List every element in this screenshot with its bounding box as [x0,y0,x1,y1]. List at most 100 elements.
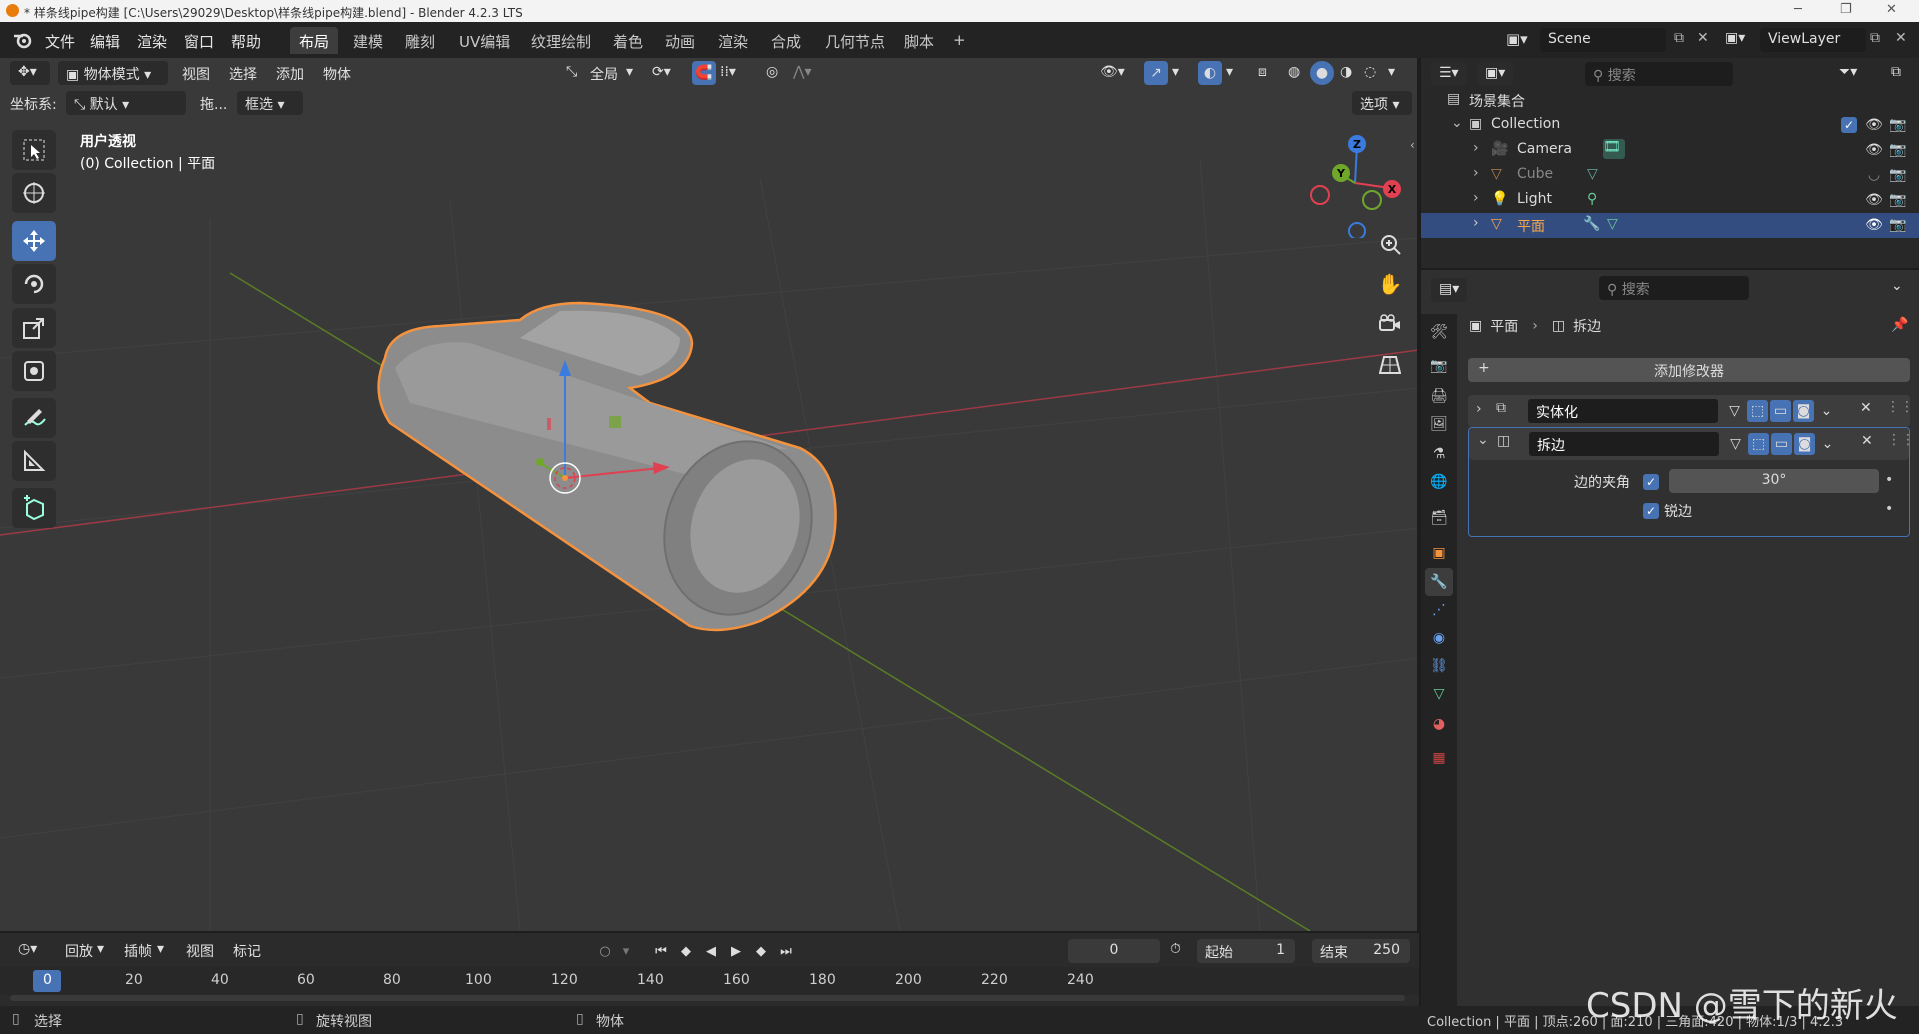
sharp-edges-checkbox[interactable]: ✓ [1643,503,1659,519]
tab-shading[interactable]: 着色 [604,27,652,54]
start-frame-field[interactable]: 起始 1 [1197,939,1295,963]
annotate-tool[interactable] [12,398,56,438]
tab-uv-editing[interactable]: UV编辑 [450,27,519,54]
prev-keyframe-icon[interactable]: ◆ [676,941,696,961]
outliner-item-camera[interactable]: › 🎥 Camera 🎞 👁 📷 [1421,138,1919,163]
filter-icon[interactable]: ⏷▾ [1839,64,1857,80]
drag-handle-icon[interactable]: ⋮⋮ [1886,399,1914,415]
snap-target-icon[interactable]: ⁞⁞▾ [720,64,736,80]
chevron-down-icon[interactable]: ⌄ [1816,400,1837,422]
object-tab-icon[interactable]: ▣ [1425,539,1453,567]
editor-type-icon[interactable]: ✥▾ [10,61,50,85]
shading-options-icon[interactable]: ▾ [1388,64,1395,80]
render-camera-icon[interactable]: 📷 [1889,191,1907,209]
tab-modeling[interactable]: 建模 [344,27,392,54]
transform-orientation-dropdown[interactable]: 全局 [590,64,618,84]
zoom-icon[interactable] [1374,228,1406,260]
select-box-tool[interactable] [12,130,56,170]
proportional-edit-icon[interactable]: ◎ [766,64,778,80]
modifier-header-edge-split[interactable]: ⌄ ◫ 拆边 ▽ ⬚ ▭ ◙ ⌄ ✕ ⋮⋮ [1469,428,1915,460]
menu-keying[interactable]: 插帧 [124,941,152,961]
pin-icon[interactable]: 📌 [1891,317,1908,333]
output-tab-icon[interactable]: 🖨 [1425,382,1453,410]
current-frame-field[interactable]: 0 [1068,939,1160,963]
realtime-icon[interactable]: ▭ [1770,400,1791,422]
timeline-editor-type-icon[interactable]: ◷▾ [10,938,50,962]
pan-hand-icon[interactable]: ✋ [1374,268,1406,300]
modifier-name-field[interactable]: 拆边 [1529,432,1719,456]
outliner-editor-type-icon[interactable]: ☰▾ [1431,62,1467,86]
navigation-gizmo[interactable]: Z X Y [1300,128,1410,238]
outliner-item-light[interactable]: › 💡 Light ⚲ 👁 📷 [1421,188,1919,213]
constraints-tab-icon[interactable]: ⛓ [1425,652,1453,680]
material-shading-icon[interactable]: ◑ [1340,64,1352,80]
add-workspace-button[interactable]: + [944,27,975,54]
render-icon[interactable]: ◙ [1794,433,1815,455]
eye-hidden-icon[interactable]: ◡ [1865,166,1883,184]
camera-view-icon[interactable] [1374,308,1406,340]
menu-marker[interactable]: 标记 [233,941,261,961]
modifier-tab-icon[interactable]: 🔧 [1425,568,1453,596]
menu-window[interactable]: 窗口 [184,31,214,52]
move-tool[interactable] [12,221,56,261]
drag-handle-icon[interactable]: ⋮⋮ [1887,432,1915,448]
physics-tab-icon[interactable]: ◉ [1425,624,1453,652]
mesh-data-icon[interactable]: ▽ [1607,216,1618,232]
render-camera-icon[interactable]: 📷 [1889,166,1907,184]
menu-view[interactable]: 视图 [182,64,210,84]
timeline-ruler[interactable]: 0 20 40 60 80 100 120 140 160 180 200 220 240 [0,967,1419,995]
view-layer-tab-icon[interactable]: 🖼 [1425,410,1453,438]
particles-tab-icon[interactable]: ⋰ [1425,596,1453,624]
chevron-down-icon[interactable]: ⌄ [1477,432,1489,448]
scene-tab-icon[interactable]: ⚗ [1425,440,1453,468]
chevron-down-icon[interactable]: ▾ [616,941,636,961]
preview-range-icon[interactable]: ⏱ [1170,941,1181,957]
delete-view-layer-icon[interactable]: ✕ [1895,30,1907,46]
eye-icon[interactable]: 👁 [1865,191,1883,209]
timeline-scrollbar[interactable] [10,995,1405,1001]
tab-sculpting[interactable]: 雕刻 [396,27,444,54]
edit-mode-icon[interactable]: ⬚ [1747,400,1768,422]
wrench-icon[interactable]: 🔧 [1583,216,1600,232]
light-data-icon[interactable]: ⚲ [1587,191,1597,207]
auto-keying-icon[interactable]: ○ [595,941,615,961]
outliner-search-input[interactable]: ⚲ 搜索 [1585,62,1733,86]
scene-selector-icon[interactable]: ▣▾ [1506,30,1528,48]
new-view-layer-icon[interactable]: ⧉ [1870,30,1880,46]
gizmo-toggle-icon[interactable]: ↗ [1144,61,1168,85]
pipe-object[interactable] [377,301,837,634]
menu-select[interactable]: 选择 [229,64,257,84]
add-modifier-button[interactable]: + 添加修改器 [1468,358,1910,382]
mode-dropdown[interactable]: ▣ 物体模式 ▾ [58,61,168,85]
tab-layout[interactable]: 布局 [290,27,339,54]
tool-tab-icon[interactable]: 🛠 [1425,318,1453,346]
cursor-tool[interactable] [12,173,56,213]
end-frame-field[interactable]: 结束 250 [1312,939,1410,963]
xray-toggle-icon[interactable]: ⧈ [1258,64,1267,80]
render-camera-icon[interactable]: 📷 [1889,216,1907,234]
realtime-icon[interactable]: ▭ [1771,433,1792,455]
overlays-toggle-icon[interactable]: ◐ [1198,61,1222,85]
exclude-checkbox[interactable]: ✓ [1841,117,1857,133]
render-camera-icon[interactable]: 📷 [1889,141,1907,159]
render-camera-icon[interactable]: 📷 [1889,116,1907,134]
menu-playback[interactable]: 回放 [65,941,93,961]
transform-tool[interactable] [12,351,56,391]
solid-shading-icon[interactable]: ● [1310,61,1334,85]
eye-icon[interactable]: 👁 [1865,116,1883,134]
material-tab-icon[interactable]: ◕ [1425,710,1453,738]
chevron-right-icon[interactable]: › [1473,215,1479,231]
properties-editor-type-icon[interactable]: ▤▾ [1431,278,1467,302]
edge-angle-checkbox[interactable]: ✓ [1643,474,1659,490]
view-layer-name-field[interactable]: ViewLayer [1760,28,1866,52]
proportional-falloff-icon[interactable]: ⋀▾ [793,64,812,80]
restore-icon[interactable]: ❐ [1840,2,1852,17]
menu-add[interactable]: 添加 [276,64,304,84]
chevron-right-icon[interactable]: › [1473,190,1479,206]
play-reverse-icon[interactable]: ◀ [701,941,721,961]
delete-scene-icon[interactable]: ✕ [1697,30,1709,46]
next-keyframe-icon[interactable]: ◆ [751,941,771,961]
view-layer-selector-icon[interactable]: ▣▾ [1725,30,1745,46]
gizmo-neg-z-axis[interactable] [1348,222,1366,238]
measure-tool[interactable] [12,441,56,481]
